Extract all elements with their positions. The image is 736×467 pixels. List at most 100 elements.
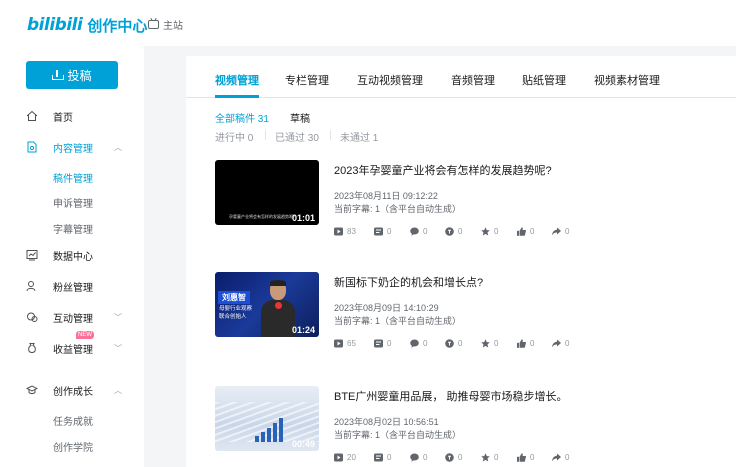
- sidebar-item-content[interactable]: 内容管理 ︿: [0, 137, 144, 157]
- thumbs-up-icon: [517, 227, 526, 236]
- play-count: 65: [347, 339, 356, 348]
- active-tab-indicator: [215, 95, 259, 98]
- chat-icon: [26, 311, 38, 323]
- danmaku-icon: [374, 453, 383, 462]
- favorite-count: 0: [494, 227, 499, 236]
- tab-column[interactable]: 专栏管理: [285, 72, 329, 88]
- like-stat: 0: [517, 227, 534, 236]
- speaker-title-line: 联合创始人: [219, 314, 247, 320]
- comment-icon: [410, 453, 419, 462]
- sidebar-item-revenue[interactable]: 收益管理 NEW ﹀: [0, 331, 144, 358]
- speaker-name-tag: 刘惠智: [218, 291, 250, 304]
- tv-icon: [148, 20, 159, 29]
- chevron-down-icon: ﹀: [114, 343, 122, 353]
- sidebar-item-fans[interactable]: 粉丝管理: [0, 276, 144, 296]
- sidebar-subitem-manuscripts[interactable]: 稿件管理: [53, 170, 93, 185]
- home-icon: [26, 110, 38, 122]
- upload-icon: [52, 70, 65, 80]
- play-stat: 20: [334, 453, 356, 462]
- sidebar-subitem-academy[interactable]: 创作学院: [53, 439, 93, 454]
- chevron-up-icon: ︿: [114, 385, 122, 395]
- video-date: 2023年08月11日 09:12:22: [334, 191, 438, 201]
- like-count: 0: [530, 339, 535, 348]
- chart-icon: [26, 249, 38, 261]
- video-title[interactable]: 新国标下奶企的机会和增长点?: [334, 274, 483, 290]
- content-panel: 视频管理 专栏管理 互动视频管理 音频管理 贴纸管理 视频素材管理 全部稿件 3…: [186, 56, 736, 467]
- tab-video[interactable]: 视频管理: [215, 72, 259, 88]
- speaker-title-line: 母婴行业观察: [219, 306, 253, 312]
- danmaku-count: 0: [387, 453, 392, 462]
- danmaku-icon: [374, 339, 383, 348]
- filter-rejected[interactable]: 未通过 1: [340, 129, 378, 144]
- star-icon: [481, 453, 490, 462]
- danmaku-count: 0: [387, 339, 392, 348]
- sidebar-subitem-subtitles[interactable]: 字幕管理: [53, 221, 93, 236]
- play-count: 83: [347, 227, 356, 236]
- chevron-up-icon: ︿: [114, 142, 122, 152]
- tab-interactive-video[interactable]: 互动视频管理: [357, 72, 423, 88]
- coin-count: 0: [458, 227, 463, 236]
- sidebar-subitem-appeals[interactable]: 申诉管理: [53, 195, 93, 210]
- like-count: 0: [530, 453, 535, 462]
- sidebar-item-home[interactable]: 首页: [0, 106, 144, 126]
- sidebar-item-data[interactable]: 数据中心: [0, 245, 144, 265]
- danmaku-stat: 0: [374, 339, 391, 348]
- play-stat: 65: [334, 339, 356, 348]
- comment-count: 0: [423, 227, 428, 236]
- video-title[interactable]: BTE广州婴童用品展， 助推母婴市场稳步增长。: [334, 388, 567, 404]
- danmaku-stat: 0: [374, 453, 391, 462]
- like-count: 0: [530, 227, 535, 236]
- share-stat: 0: [552, 227, 569, 236]
- filter-approved[interactable]: 已通过 30: [275, 129, 319, 144]
- creator-center-logo[interactable]: bilibili 创作中心: [27, 14, 147, 36]
- share-stat: 0: [552, 339, 569, 348]
- video-duration: 01:01: [291, 213, 315, 223]
- sidebar-subitem-tasks[interactable]: 任务成就: [53, 413, 93, 428]
- danmaku-stat: 0: [374, 227, 391, 236]
- comment-stat: 0: [410, 339, 427, 348]
- chevron-down-icon: ﹀: [114, 312, 122, 322]
- filter-all-manuscripts[interactable]: 全部稿件 31: [215, 110, 269, 125]
- comment-count: 0: [423, 339, 428, 348]
- filter-divider: [265, 130, 266, 140]
- coin-stat: 0: [445, 339, 462, 348]
- comment-icon: [410, 227, 419, 236]
- star-icon: [481, 339, 490, 348]
- video-item: 刘惠智 母婴行业观察 联合创始人 01:24 新国标下奶企的机会和增长点? 20…: [215, 272, 715, 372]
- video-thumbnail[interactable]: 刘惠智 母婴行业观察 联合创始人 01:24: [215, 272, 319, 337]
- filter-drafts[interactable]: 草稿: [290, 110, 310, 125]
- coin-stat: 0: [445, 227, 462, 236]
- sidebar-item-label: 互动管理: [53, 313, 93, 325]
- thumbnail-caption: 孕婴童产业将会有怎样的发展趋势呢？: [229, 214, 297, 219]
- sidebar-item-interaction[interactable]: 互动管理 ﹀: [0, 307, 144, 327]
- comment-count: 0: [423, 453, 428, 462]
- coin-icon: [445, 339, 454, 348]
- tab-stickers[interactable]: 贴纸管理: [522, 72, 566, 88]
- share-count: 0: [565, 339, 570, 348]
- video-thumbnail[interactable]: 孕婴童产业将会有怎样的发展趋势呢？ 01:01: [215, 160, 319, 225]
- file-edit-icon: [26, 141, 38, 153]
- filter-in-progress[interactable]: 进行中 0: [215, 129, 253, 144]
- tab-audio[interactable]: 音频管理: [451, 72, 495, 88]
- upload-button[interactable]: 投稿: [26, 61, 118, 89]
- play-stat: 83: [334, 227, 356, 236]
- new-badge: NEW: [76, 331, 94, 339]
- video-title[interactable]: 2023年孕婴童产业将会有怎样的发展趋势呢?: [334, 162, 552, 178]
- coin-count: 0: [458, 339, 463, 348]
- sidebar-item-growth[interactable]: 创作成长 ︿: [0, 380, 144, 400]
- tab-video-materials[interactable]: 视频素材管理: [594, 72, 660, 88]
- sidebar-item-label: 首页: [53, 112, 73, 124]
- thumbs-up-icon: [517, 453, 526, 462]
- thumbs-up-icon: [517, 339, 526, 348]
- video-subtitle-count: 当前字幕: 1（含平台自动生成）: [334, 204, 462, 214]
- share-count: 0: [565, 227, 570, 236]
- share-stat: 0: [552, 453, 569, 462]
- favorite-stat: 0: [481, 227, 498, 236]
- video-date: 2023年08月02日 10:56:51: [334, 417, 439, 427]
- home-site-link[interactable]: 主站: [148, 17, 183, 32]
- video-thumbnail[interactable]: 00:49: [215, 386, 319, 451]
- danmaku-icon: [374, 227, 383, 236]
- user-icon: [26, 280, 38, 292]
- share-count: 0: [565, 453, 570, 462]
- video-duration: 00:49: [291, 439, 315, 449]
